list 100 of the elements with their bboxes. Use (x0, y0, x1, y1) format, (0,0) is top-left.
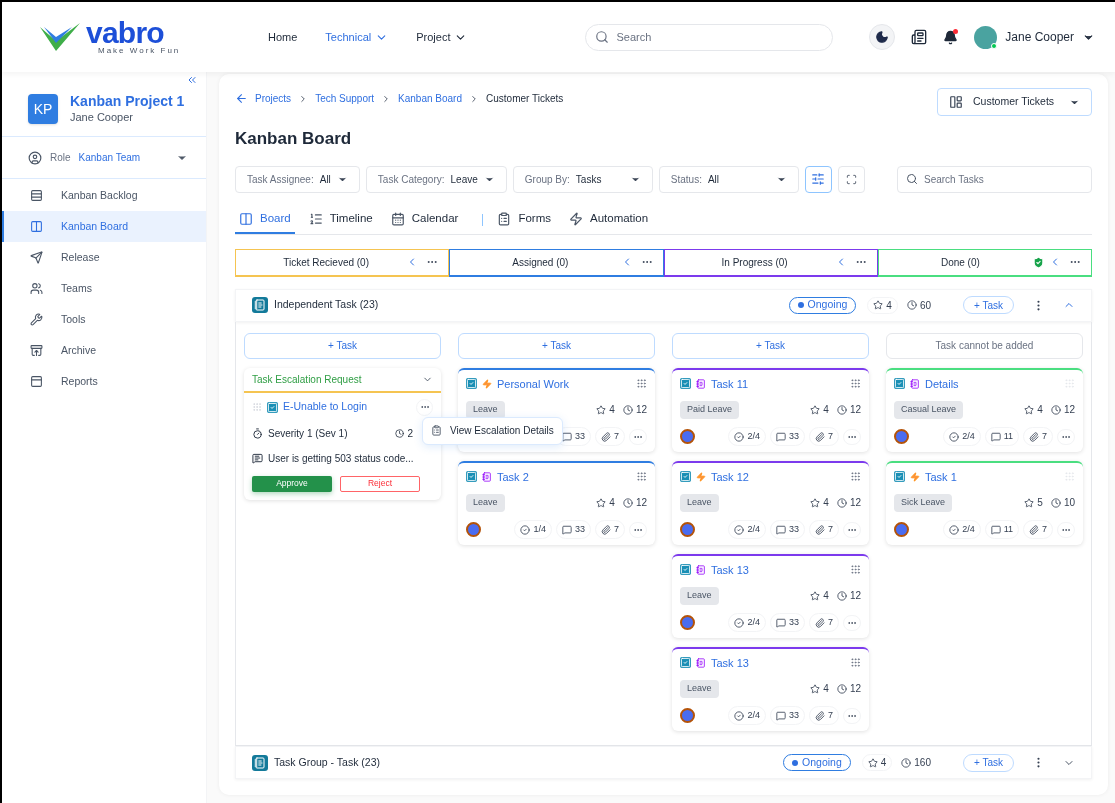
timer-icon (252, 427, 263, 439)
drag-handle-icon[interactable] (636, 378, 647, 390)
logo-tagline: Make Work Fun (98, 47, 181, 55)
task-title[interactable]: E-Unable to Login (283, 399, 368, 415)
project-owner: Jane Cooper (70, 110, 134, 125)
view-tab[interactable]: Board (235, 206, 295, 234)
task-title[interactable]: Task 13 (711, 561, 749, 578)
drag-handle-icon[interactable] (252, 402, 262, 412)
message-icon[interactable] (911, 29, 928, 45)
add-task-button[interactable]: + Task (244, 332, 441, 359)
meta-count: 4 (810, 495, 829, 511)
drag-handle-icon[interactable] (850, 657, 861, 669)
meta-count: 4 (596, 402, 615, 418)
assignee-avatar (894, 429, 909, 444)
task-title[interactable]: Task 13 (711, 654, 749, 671)
filter-dropdown[interactable]: Status: All (658, 165, 799, 193)
comment-icon (561, 431, 572, 442)
approve-button[interactable]: Approve (252, 475, 332, 492)
nav-link[interactable]: Technical (325, 28, 389, 46)
people-icon (30, 282, 43, 295)
filter-dropdown[interactable]: Task Category: Leave (365, 165, 507, 193)
comment-icon (775, 617, 786, 628)
drag-handle-icon[interactable] (850, 564, 861, 576)
archive-icon (30, 344, 43, 357)
collapse-icon[interactable] (186, 74, 198, 86)
add-task-button[interactable]: + Task (672, 332, 869, 359)
clock-icon (622, 497, 633, 508)
severity-label: Severity 1 (Sev 1) (268, 426, 348, 441)
breadcrumb-link[interactable]: Tech Support (315, 91, 375, 106)
sidebar-item[interactable]: Archive (2, 335, 206, 366)
task-title[interactable]: Task 2 (497, 468, 529, 485)
drag-handle-icon[interactable] (850, 471, 861, 483)
theme-toggle-button[interactable] (869, 24, 896, 50)
drag-handle-icon[interactable] (1064, 378, 1075, 390)
role-select[interactable]: Role Kanban Team (2, 137, 206, 179)
sidebar-item[interactable]: Teams (2, 273, 206, 304)
reject-button[interactable]: Reject (340, 475, 420, 492)
status-column-header: Ticket Recieved (0) (235, 248, 450, 277)
task-title[interactable]: Details (925, 375, 959, 392)
star-icon (810, 497, 821, 508)
view-tab[interactable]: Automation (565, 206, 653, 234)
fullscreen-icon (845, 173, 857, 185)
meta-count: 12 (836, 588, 861, 604)
search-icon (595, 29, 610, 44)
task-title[interactable]: Task 1 (925, 468, 957, 485)
user-avatar[interactable] (974, 25, 998, 49)
filter-dropdown[interactable]: Task Assignee: All (235, 165, 360, 193)
checkmark-logo-icon (38, 21, 82, 53)
sidebar-item[interactable]: Reports (2, 366, 206, 397)
task-search-field[interactable]: Search Tasks (897, 165, 1092, 193)
sidebar-item[interactable]: Release (2, 242, 206, 273)
paperclip-icon (815, 431, 825, 442)
search-icon (906, 172, 918, 185)
back-arrow-icon[interactable] (235, 92, 248, 105)
status-column-header: Assigned (0) (449, 248, 664, 277)
menu-item[interactable]: View Escalation Details (431, 421, 554, 440)
view-tab[interactable]: Timeline (304, 206, 377, 234)
check-circle-icon (734, 617, 745, 628)
bell-icon[interactable] (943, 29, 959, 45)
task-title[interactable]: Task 11 (711, 375, 749, 392)
view-tab[interactable]: Calendar (386, 206, 463, 234)
comment-icon (252, 452, 263, 464)
paperclip-icon (815, 524, 825, 535)
sidebar-item[interactable]: Kanban Board (2, 211, 206, 242)
escalation-header[interactable]: Task Escalation Request (244, 367, 441, 393)
project-name: Kanban Project 1 (70, 93, 185, 111)
leave-tag: Leave (680, 587, 719, 605)
comment-icon (775, 710, 786, 721)
meta-count: 12 (836, 495, 861, 511)
filter-settings-button[interactable] (804, 165, 832, 193)
star-icon (810, 590, 821, 601)
nav-link[interactable]: Home (268, 28, 298, 46)
task-title[interactable]: Task 12 (711, 468, 749, 485)
drag-handle-icon[interactable] (636, 471, 647, 483)
check-square-icon (894, 378, 905, 390)
sidebar-item[interactable]: Tools (2, 304, 206, 335)
drag-handle-icon[interactable] (850, 378, 861, 390)
search-field[interactable]: Search (585, 23, 834, 51)
user-menu[interactable]: Jane Cooper (1005, 28, 1095, 46)
drag-handle-icon[interactable] (1064, 471, 1075, 483)
add-task-button[interactable]: + Task (458, 332, 655, 359)
task-title[interactable]: Personal Work (497, 375, 569, 392)
paperclip-icon (1029, 524, 1039, 535)
fullscreen-button[interactable] (837, 165, 865, 193)
breadcrumb-link[interactable]: Projects (255, 91, 292, 106)
meta-count: 4 (810, 402, 829, 418)
star-icon (1024, 497, 1035, 508)
meta-count: 12 (622, 402, 647, 418)
paperclip-icon (601, 431, 611, 442)
lightning-icon (569, 212, 583, 226)
view-tab[interactable]: Forms (493, 206, 555, 234)
breadcrumb-link[interactable]: Kanban Board (398, 91, 462, 106)
user-circle-icon (28, 150, 42, 165)
list-icon (308, 212, 323, 226)
nav-link[interactable]: Project (416, 28, 468, 46)
sidebar-item[interactable]: Kanban Backlog (2, 180, 206, 211)
comment-icon (775, 524, 786, 535)
wrench-icon (30, 313, 43, 326)
filter-dropdown[interactable]: Group By: Tasks (512, 165, 653, 193)
view-select[interactable]: Customer Tickets (937, 88, 1092, 116)
